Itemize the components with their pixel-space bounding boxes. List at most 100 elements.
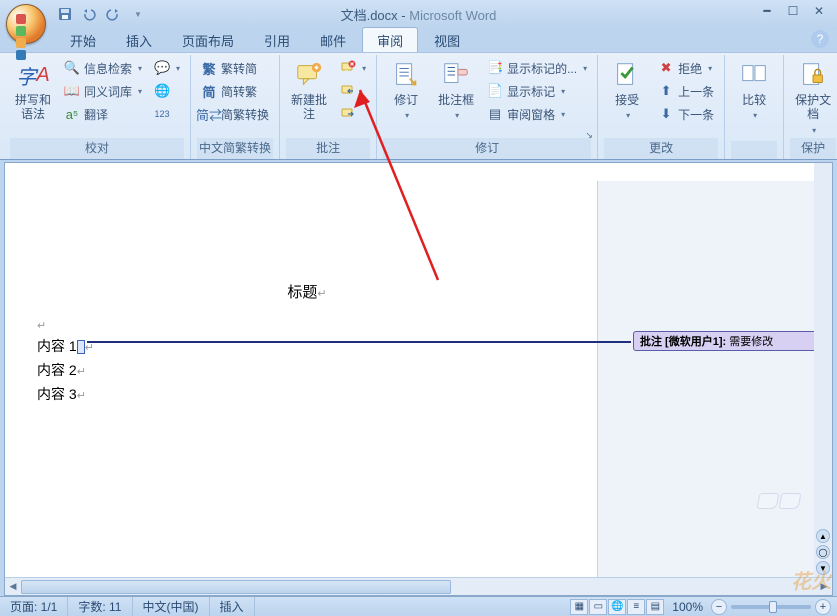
vertical-scrollbar[interactable]: ▲ ◯ ▼ [814,163,832,577]
browse-next-button[interactable]: ▼ [816,561,830,575]
browse-object-button[interactable]: ◯ [816,545,830,559]
reviewing-pane-dropdown[interactable]: ▤审阅窗格▾ [483,103,591,125]
translate-icon: a⁵ [64,106,80,122]
spelling-grammar-button[interactable]: 字A 拼写和语法 [10,57,56,124]
save-button[interactable] [56,5,74,23]
accept-button[interactable]: 接受▾ [604,57,650,124]
minimize-button[interactable]: ━ [755,2,779,20]
page-corner-decoration [758,493,802,515]
compare-icon [738,59,770,91]
next-icon: ⬇ [658,106,674,122]
simp-to-trad-button[interactable]: 简简转繁 [197,80,273,102]
tab-view[interactable]: 视图 [420,28,474,52]
translate-button[interactable]: a⁵翻译 [60,103,146,125]
dropdown-icon: ▾ [138,64,142,73]
next-change-button[interactable]: ⬇下一条 [654,103,718,125]
status-word-count[interactable]: 字数: 11 [68,597,132,616]
convert-icon: 简⇄ [201,106,217,122]
content-line: 内容 1↵ [37,336,577,356]
tab-references[interactable]: 引用 [250,28,304,52]
reject-icon: ✖ [658,60,674,76]
research-button[interactable]: 🔍信息检索▾ [60,57,146,79]
draft-view[interactable]: ▤ [646,599,664,615]
zoom-out-button[interactable]: − [711,599,727,615]
research-icon: 🔍 [64,60,80,76]
track-changes-button[interactable]: 修订▾ [383,57,429,124]
accept-label: 接受▾ [615,93,639,122]
accept-icon [611,59,643,91]
document-page[interactable]: 标题↵ ↵ 内容 1↵ 内容 2↵ 内容 3↵ [17,181,597,596]
tab-insert[interactable]: 插入 [112,28,166,52]
balloons-button[interactable]: 批注框▾ [433,57,479,124]
group-comments-label: 批注 [286,138,370,159]
group-proofing-label: 校对 [10,138,184,159]
scroll-thumb[interactable] [21,580,451,594]
scroll-right-button[interactable]: ▶ [816,578,832,595]
close-button[interactable]: ✕ [807,2,831,20]
display-for-review-dropdown[interactable]: 📑显示标记的...▾ [483,57,591,79]
horizontal-scrollbar[interactable]: ◀ ▶ [5,577,832,595]
thesaurus-icon: 📖 [64,83,80,99]
scroll-left-button[interactable]: ◀ [5,578,21,595]
office-button[interactable] [6,4,46,44]
dropdown-icon: ▾ [362,64,366,73]
t2s-icon: 繁 [201,60,217,76]
trad-to-simp-button[interactable]: 繁繁转简 [197,57,273,79]
word-count-button[interactable]: 123 [150,103,184,125]
content-line: 内容 2↵ [37,360,577,380]
group-tracking-label: 修订 [383,138,591,159]
help-icon[interactable]: ? [811,30,829,48]
set-language-button[interactable]: 🌐 [150,80,184,102]
status-language[interactable]: 中文(中国) [133,597,210,616]
zoom-in-button[interactable]: + [815,599,831,615]
tracking-dialog-launcher[interactable]: ↘ [583,129,595,141]
zoom-level[interactable]: 100% [672,600,703,614]
status-page[interactable]: 页面: 1/1 [0,597,68,616]
delete-comment-button[interactable]: ▾ [336,57,370,79]
zoom-slider[interactable] [731,605,811,609]
zoom-slider-knob[interactable] [769,601,777,613]
tab-mailings[interactable]: 邮件 [306,28,360,52]
chinese-convert-button[interactable]: 简⇄简繁转换 [197,103,273,125]
previous-change-button[interactable]: ⬆上一条 [654,80,718,102]
language-icon: 🌐 [154,83,170,99]
maximize-button[interactable]: ☐ [781,2,805,20]
web-layout-view[interactable]: 🌐 [608,599,626,615]
document-area[interactable]: 标题↵ ↵ 内容 1↵ 内容 2↵ 内容 3↵ 批注 [微软用户1]: 需要修改… [4,162,833,596]
previous-comment-button[interactable] [336,80,370,102]
dropdown-icon: ▾ [138,87,142,96]
paragraph-mark: ↵ [37,316,577,332]
reviewing-pane-icon: ▤ [487,106,503,122]
next-comment-icon [340,106,356,122]
redo-button[interactable] [104,5,122,23]
app-name: Microsoft Word [409,8,496,23]
translation-tip-button[interactable]: 💬▾ [150,57,184,79]
reject-button[interactable]: ✖拒绝▾ [654,57,718,79]
status-insert-mode[interactable]: 插入 [210,597,255,616]
spelling-label: 拼写和语法 [12,93,54,122]
dropdown-icon: ▾ [561,110,565,119]
tab-page-layout[interactable]: 页面布局 [168,28,248,52]
qat-customize[interactable]: ▼ [128,5,146,23]
print-layout-view[interactable]: ▦ [570,599,588,615]
show-markup-dropdown[interactable]: 📄显示标记▾ [483,80,591,102]
comment-text: 需要修改 [729,333,773,349]
dropdown-icon: ▾ [583,64,587,73]
undo-button[interactable] [80,5,98,23]
document-name: 文档.docx [341,8,398,23]
full-screen-view[interactable]: ▭ [589,599,607,615]
tab-review[interactable]: 审阅 [362,27,418,52]
group-changes-label: 更改 [604,138,718,159]
thesaurus-button[interactable]: 📖同义词库▾ [60,80,146,102]
protect-document-button[interactable]: 保护文档▾ [790,57,836,138]
dropdown-icon: ▾ [176,64,180,73]
wordcount-icon: 123 [154,106,170,122]
compare-button[interactable]: 比较▾ [731,57,777,124]
next-comment-button[interactable] [336,103,370,125]
track-changes-label: 修订▾ [394,93,418,122]
tab-home[interactable]: 开始 [56,28,110,52]
new-comment-button[interactable]: 新建批注 [286,57,332,124]
comment-balloon[interactable]: 批注 [微软用户1]: 需要修改 [633,331,825,351]
browse-prev-button[interactable]: ▲ [816,529,830,543]
outline-view[interactable]: ≡ [627,599,645,615]
